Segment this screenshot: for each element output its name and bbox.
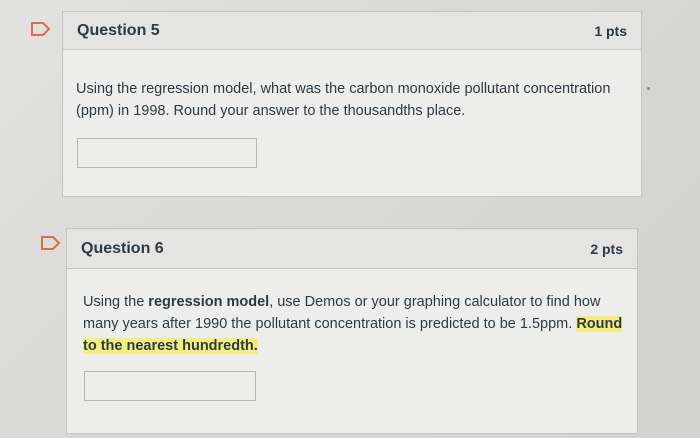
flag-question-6-icon[interactable] <box>40 235 62 251</box>
stray-dot <box>647 87 650 90</box>
question-6-card: Question 6 2 pts Using the regression mo… <box>66 228 638 434</box>
question-title: Question 6 <box>81 239 164 257</box>
flag-question-5-icon[interactable] <box>30 21 52 37</box>
question-points: 1 pts <box>594 22 627 39</box>
question-6-body: Using the regression model, use Demos or… <box>67 269 637 433</box>
question-5-header: Question 5 1 pts <box>63 12 641 50</box>
question-title: Question 5 <box>77 21 160 39</box>
question-text: Using the regression model, what was the… <box>76 81 611 119</box>
question-5-card: Question 5 1 pts Using the regression mo… <box>62 11 642 197</box>
answer-input[interactable] <box>77 138 257 168</box>
question-5-body: Using the regression model, what was the… <box>63 50 641 196</box>
question-text: Using the regression model, use Demos or… <box>83 291 629 357</box>
question-points: 2 pts <box>590 240 623 257</box>
question-text-bold: regression model <box>148 294 270 310</box>
question-6-header: Question 6 2 pts <box>67 229 637 269</box>
question-text-part1: Using the <box>83 294 149 310</box>
answer-input[interactable] <box>84 371 256 401</box>
